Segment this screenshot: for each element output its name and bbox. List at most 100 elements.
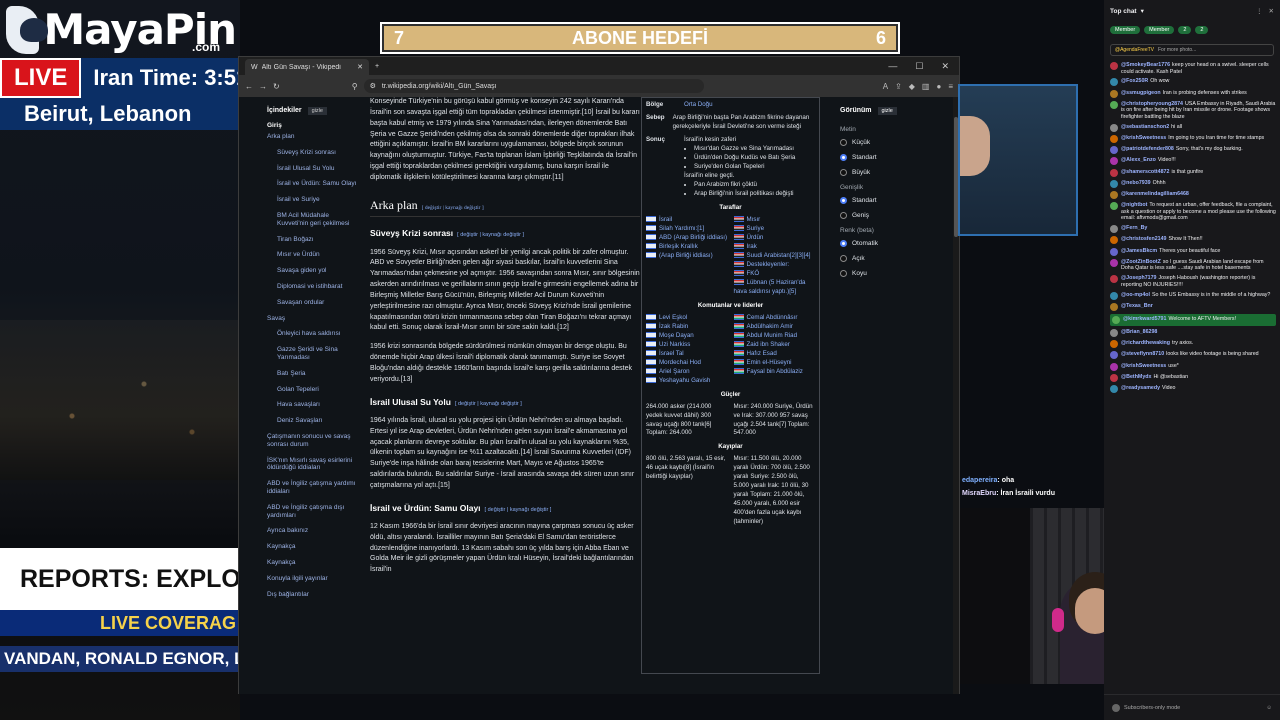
close-tab-icon[interactable]: ✕	[357, 63, 363, 71]
avatar[interactable]	[1110, 385, 1118, 393]
entry-label[interactable]: Yeshayahu Gavish	[659, 377, 710, 384]
toc-item[interactable]: Kaynakça	[267, 559, 361, 567]
member-badge[interactable]: Member	[1110, 26, 1141, 34]
toc-item[interactable]: Süveyş Krizi sonrası	[277, 149, 361, 157]
toc-hide-button[interactable]: gizle	[307, 107, 327, 115]
chat-username[interactable]: @krishSweetness	[1121, 363, 1166, 369]
chat-username[interactable]: @christosfen2149	[1121, 236, 1167, 242]
avatar[interactable]	[1110, 190, 1118, 199]
avatar[interactable]	[1110, 225, 1118, 234]
avatar[interactable]	[1110, 329, 1118, 338]
member-badge[interactable]: 2	[1178, 26, 1192, 34]
entry-label[interactable]: ABD (Arap Birliği iddiası)	[659, 234, 727, 241]
toc-start[interactable]: Giriş	[267, 122, 361, 129]
chat-username[interactable]: @nebo7939	[1121, 180, 1151, 186]
reload-icon[interactable]: ↻	[273, 82, 280, 91]
chat-username[interactable]: @BethMydx	[1121, 374, 1151, 380]
close-icon[interactable]: ✕	[1269, 7, 1274, 15]
new-tab-button[interactable]: +	[375, 63, 379, 70]
avatar[interactable]	[1110, 362, 1118, 371]
chat-username[interactable]: @Fern_By	[1121, 225, 1147, 231]
avatar[interactable]	[1110, 168, 1118, 177]
chat-username[interactable]: @steveflynn8710	[1121, 351, 1164, 357]
chat-username[interactable]: @shamerscott4872	[1121, 169, 1169, 175]
sidebar-icon[interactable]: ▥	[922, 82, 930, 91]
entry-label[interactable]: Mısır	[747, 216, 761, 223]
radio-button[interactable]	[840, 197, 847, 204]
radio-button[interactable]	[840, 255, 847, 262]
edit-link[interactable]: [ değiştir | kaynağı değiştir ]	[422, 205, 484, 211]
edit-link[interactable]: [ değiştir | kaynağı değiştir ]	[457, 232, 524, 238]
radio-button[interactable]	[840, 169, 847, 176]
toc-item[interactable]: İsrail Ulusal Su Yolu	[277, 165, 361, 173]
toc-item[interactable]: ABD ve İngiliz çatışma yardımı iddiaları	[267, 480, 361, 496]
toc-item[interactable]: Ayrıca bakınız	[267, 527, 361, 535]
member-badge[interactable]: Member	[1144, 26, 1175, 34]
radio-option[interactable]: Standart	[840, 197, 950, 204]
entry-label[interactable]: Emin el-Hüseyni	[747, 359, 792, 366]
appearance-hide-button[interactable]: gizle	[877, 107, 897, 115]
toc-item[interactable]: Konuyla ilgili yayınlar	[267, 575, 361, 583]
chat-username[interactable]: @JamesBkcm	[1121, 248, 1157, 254]
avatar[interactable]	[1110, 62, 1118, 70]
radio-button[interactable]	[840, 154, 847, 161]
forward-icon[interactable]: →	[259, 82, 267, 91]
toc-item[interactable]: Golan Tepeleri	[277, 386, 361, 394]
radio-button[interactable]	[840, 212, 847, 219]
avatar[interactable]	[1110, 247, 1118, 256]
entry-label[interactable]: Uzi Narkiss	[659, 341, 690, 348]
back-icon[interactable]: ←	[245, 82, 253, 91]
avatar[interactable]	[1110, 202, 1118, 211]
chat-username[interactable]: @ZootZinBootZ	[1121, 259, 1161, 265]
toc-item[interactable]: Kaynakça	[267, 543, 361, 551]
radio-button[interactable]	[840, 240, 847, 247]
avatar[interactable]	[1110, 78, 1118, 87]
pinned-message[interactable]: @AgendaFreeTV For more photo...	[1110, 44, 1274, 56]
avatar[interactable]	[1110, 89, 1118, 98]
radio-option[interactable]: Küçük	[840, 139, 950, 146]
bookmark-icon[interactable]: ⚲	[352, 82, 358, 91]
minimize-icon[interactable]: —	[888, 61, 897, 72]
chat-username[interactable]: @krishSweetness	[1121, 135, 1166, 141]
toc-item[interactable]: Savaşa giden yol	[277, 267, 361, 275]
toc-item[interactable]: Gazze Şeridi ve Sina Yarımadası	[277, 346, 361, 362]
radio-option[interactable]: Geniş	[840, 212, 950, 219]
toc-item[interactable]: Tiran Boğazı	[277, 236, 361, 244]
entry-label[interactable]: Ürdün	[747, 234, 764, 241]
avatar[interactable]	[1110, 302, 1118, 311]
entry-label[interactable]: Irak	[747, 243, 757, 250]
toc-item[interactable]: Diplomasi ve istihbarat	[277, 283, 361, 291]
toc-item[interactable]: ABD ve İngiliz çatışma dışı yardımları	[267, 504, 361, 520]
chat-username[interactable]: @richardthewaking	[1121, 340, 1170, 346]
translate-icon[interactable]: A	[883, 82, 888, 91]
avatar[interactable]	[1110, 258, 1118, 267]
member-badge[interactable]: 2	[1195, 26, 1209, 34]
toc-item[interactable]: Önleyici hava saldırısı	[277, 330, 361, 338]
entry-label[interactable]: Moşe Dayan	[659, 332, 694, 339]
chat-username[interactable]: @kimrkward5791	[1123, 316, 1166, 322]
chat-username[interactable]: @christopheryoung2874	[1121, 101, 1183, 107]
entry-label[interactable]: Destekleyenler:	[747, 261, 790, 268]
entry-label[interactable]: Faysal bin Abdülaziz	[747, 368, 803, 375]
toc-item[interactable]: Arka plan	[267, 133, 361, 141]
entry-label[interactable]: Lübnan (5 Haziran'da hava saldırısı yapt…	[734, 279, 806, 295]
chat-username[interactable]: @Texas_Bnr	[1121, 303, 1153, 309]
chat-username[interactable]: @oo-mp4ol	[1121, 292, 1150, 298]
radio-option[interactable]: Standart	[840, 154, 950, 161]
toc-item[interactable]: İSK'nın Mısırlı savaş esirlerini öldürdü…	[267, 457, 361, 473]
chevron-down-icon[interactable]: ▾	[1141, 7, 1144, 15]
entry-label[interactable]: (Arap Birliği iddiası)	[659, 252, 713, 259]
close-window-icon[interactable]: ✕	[941, 61, 949, 72]
extension-icon[interactable]: ◆	[909, 82, 915, 91]
emoji-icon[interactable]: ☺	[1266, 705, 1272, 711]
toc-item[interactable]: Savaşan ordular	[277, 299, 361, 307]
chat-username[interactable]: @Brian_86298	[1121, 329, 1157, 335]
chat-username[interactable]: @Joseph7179	[1121, 275, 1157, 281]
entry-label[interactable]: İsrael Tal	[659, 350, 684, 357]
chat-username[interactable]: @patriotdefender808	[1121, 146, 1174, 152]
edit-link[interactable]: [ değiştir | kaynağı değiştir ]	[485, 507, 552, 513]
avatar[interactable]	[1110, 134, 1118, 143]
toc-item[interactable]: İsrail ve Suriye	[277, 196, 361, 204]
avatar[interactable]	[1110, 373, 1118, 382]
toc-item[interactable]: Mısır ve Ürdün	[277, 251, 361, 259]
